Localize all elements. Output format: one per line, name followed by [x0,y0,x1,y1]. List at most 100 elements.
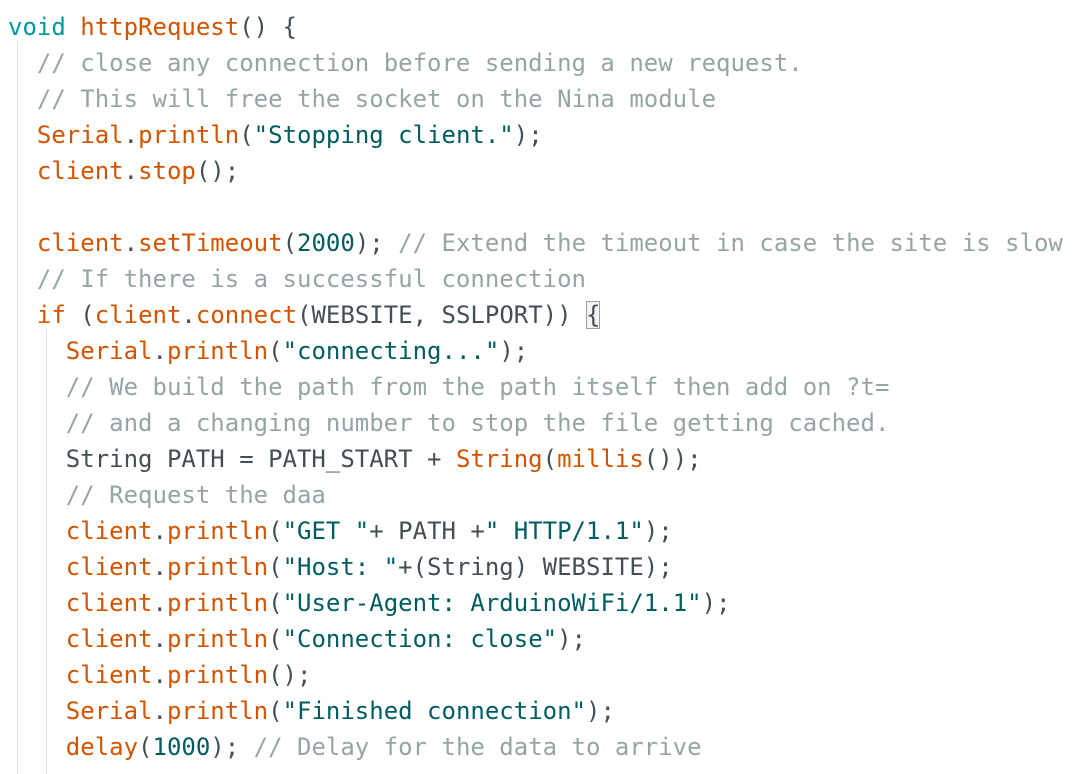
code-token: // Delay for the data to arrive [253,733,702,761]
code-token: ); [643,517,673,545]
code-token: httpRequest [80,13,240,41]
code-line[interactable]: Serial.println("connecting..."); [8,333,528,369]
code-token: ); [499,337,529,365]
code-line[interactable]: client.stop(); [8,153,239,189]
code-line[interactable]: client.println("User-Agent: ArduinoWiFi/… [8,585,731,621]
code-token: +(String) WEBSITE); [398,553,673,581]
code-token: // close any connection before sending a… [36,49,803,77]
code-token: ( [542,445,558,473]
code-line[interactable]: // and a changing number to stop the fil… [8,405,890,441]
code-token: () { [239,13,297,41]
code-token: // This will free the socket on the Nina… [36,85,717,113]
code-line[interactable]: client.setTimeout(2000); // Extend the t… [8,225,1063,261]
code-token: millis [557,445,644,473]
code-token: Serial [65,337,153,365]
code-token: 2000 [297,229,355,257]
code-line[interactable]: client.println("Host: "+(String) WEBSITE… [8,549,673,585]
code-token: ); [557,625,587,653]
code-token: ( [65,301,95,329]
code-line[interactable]: delay(1000); // Delay for the data to ar… [8,729,702,765]
code-token: ( [268,553,283,581]
bracket-match-highlight: { [586,301,601,329]
code-token: ); [701,589,731,617]
code-line[interactable]: Serial.println("Finished connection"); [8,693,615,729]
code-line[interactable]: client.println("Connection: close"); [8,621,586,657]
code-token: . [152,625,167,653]
code-token: println [166,517,269,545]
code-token: . [181,301,196,329]
code-token: println [166,337,269,365]
code-token: ( [282,229,298,257]
code-line[interactable]: // If there is a successful connection [8,261,586,297]
code-token: ( [239,121,254,149]
code-token: connect [195,301,298,329]
code-token: 1000 [152,733,211,761]
code-token: . [123,121,139,149]
code-token: ( [268,697,283,725]
code-token: . [152,661,167,689]
code-token: "Host: " [282,553,399,581]
code-token: println [138,121,240,149]
code-token: ()); [643,445,702,473]
code-token: (); [195,157,240,185]
code-line[interactable]: // We build the path from the path itsel… [8,369,890,405]
code-token: ( [138,733,153,761]
code-token: . [152,697,167,725]
code-editor[interactable]: void httpRequest() { // close any connec… [0,0,1078,774]
code-token: "connecting..." [282,337,500,365]
code-line[interactable]: String PATH = PATH_START + String(millis… [8,441,702,477]
code-token: "Stopping client." [253,121,514,149]
code-line[interactable]: // This will free the socket on the Nina… [8,81,716,117]
code-token: . [152,517,167,545]
code-token: Serial [36,121,124,149]
code-token: ( [268,337,283,365]
code-token: void [8,13,66,41]
code-line[interactable]: client.println("GET "+ PATH +" HTTP/1.1"… [8,513,673,549]
code-line[interactable] [8,189,37,225]
code-token: println [166,553,269,581]
code-token: if [36,301,66,329]
code-token: client [94,301,182,329]
code-token: // We build the path from the path itsel… [65,373,890,401]
code-token: delay [65,733,139,761]
code-token: // If there is a successful connection [36,265,586,293]
code-token: ( [268,589,283,617]
code-token: println [166,661,269,689]
code-token: Serial [65,697,153,725]
code-line[interactable]: Serial.println("Stopping client."); [8,117,543,153]
code-token: client [36,157,124,185]
code-token: "User-Agent: ArduinoWiFi/1.1" [282,589,702,617]
code-token: " HTTP/1.1" [484,517,644,545]
code-token: stop [138,157,196,185]
code-token: . [152,589,167,617]
code-token: ( [268,625,283,653]
code-line[interactable]: client.println(); [8,657,312,693]
code-token: ); [354,229,399,257]
code-line[interactable]: // Request the daa [8,477,326,513]
code-token: (WEBSITE, SSLPORT)) [297,301,587,329]
code-token: // and a changing number to stop the fil… [65,409,890,437]
code-token: client [65,553,153,581]
code-line[interactable]: // close any connection before sending a… [8,45,803,81]
code-token: client [65,517,153,545]
code-line[interactable]: if (client.connect(WEBSITE, SSLPORT)) { [8,297,601,333]
code-token: ( [268,517,283,545]
code-line[interactable]: void httpRequest() { [8,9,297,45]
